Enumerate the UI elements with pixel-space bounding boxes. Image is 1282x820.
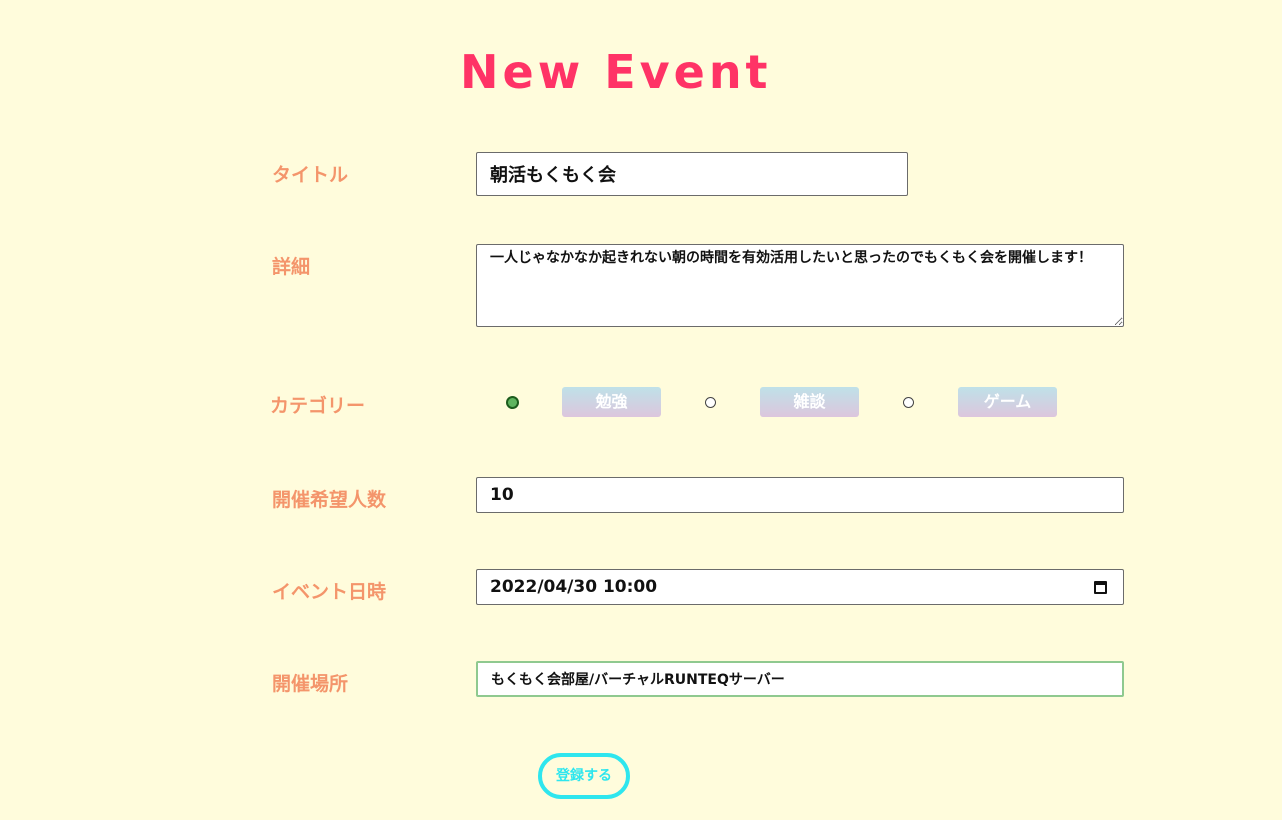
detail-label: 詳細 — [272, 256, 311, 278]
title-input[interactable] — [476, 152, 908, 196]
place-input[interactable] — [476, 661, 1124, 697]
category-option-study[interactable]: 勉強 — [562, 387, 661, 417]
category-label: カテゴリー — [270, 395, 366, 417]
category-option-chat[interactable]: 雑談 — [760, 387, 859, 417]
place-label: 開催場所 — [272, 673, 349, 695]
category-radio-chat[interactable] — [705, 397, 716, 408]
calendar-icon[interactable] — [1094, 581, 1107, 594]
title-label: タイトル — [272, 164, 349, 186]
category-radio-study[interactable] — [506, 396, 519, 409]
capacity-input[interactable] — [476, 477, 1124, 513]
detail-textarea[interactable]: 一人じゃなかなか起きれない朝の時間を有効活用したいと思ったのでもくもく会を開催し… — [476, 244, 1124, 327]
datetime-input[interactable] — [476, 569, 1124, 605]
capacity-label: 開催希望人数 — [272, 489, 387, 511]
category-radio-game[interactable] — [903, 397, 914, 408]
submit-button[interactable]: 登録する — [538, 753, 630, 799]
category-option-game[interactable]: ゲーム — [958, 387, 1057, 417]
datetime-label: イベント日時 — [272, 581, 387, 603]
page-title: New Event — [460, 45, 772, 99]
